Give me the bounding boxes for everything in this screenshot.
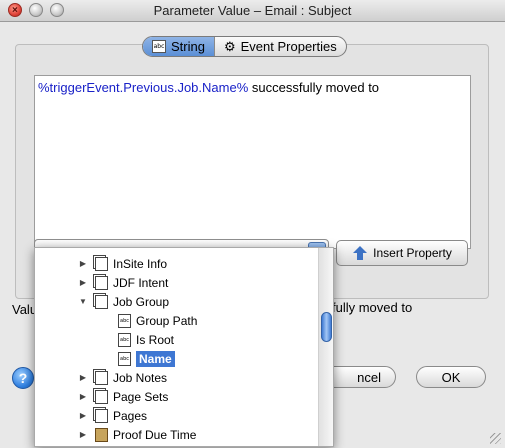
- tree-item-proof-due-time[interactable]: ▶ Proof Due Time: [78, 425, 196, 444]
- tree-item-jdf-intent[interactable]: ▶ JDF Intent: [78, 273, 168, 292]
- tree-item-group-path[interactable]: abc Group Path: [111, 311, 197, 330]
- arrow-up-icon: [352, 245, 368, 261]
- property-tree-dropdown: ▶ InSite Info ▶ JDF Intent ▼ Job Group a…: [34, 247, 334, 447]
- disclosure-right-icon[interactable]: ▶: [78, 278, 88, 287]
- cancel-label: ncel: [357, 369, 381, 385]
- stack-document-icon: [93, 254, 108, 271]
- stack-document-icon: [93, 292, 108, 309]
- stack-document-icon: [93, 368, 108, 385]
- tree-item-is-root[interactable]: abc Is Root: [111, 330, 174, 349]
- tree-item-name[interactable]: abc Name: [111, 349, 175, 368]
- tree-item-label: Page Sets: [113, 389, 169, 404]
- tree-item-label: Pages: [113, 408, 148, 423]
- string-editor[interactable]: %triggerEvent.Previous.Job.Name% success…: [34, 75, 471, 249]
- property-token: %triggerEvent.Previous.Job.Name%: [38, 80, 249, 95]
- title-bar: × Parameter Value – Email : Subject: [0, 0, 505, 22]
- insert-property-button[interactable]: Insert Property: [336, 240, 468, 266]
- tree-scrollbar[interactable]: [318, 248, 333, 446]
- abc-field-icon: abc: [118, 313, 131, 328]
- disclosure-right-icon[interactable]: ▶: [78, 373, 88, 382]
- disclosure-right-icon[interactable]: ▶: [78, 411, 88, 420]
- tree-item-label: Proof Due Time: [113, 427, 197, 442]
- tree-item-pages[interactable]: ▶ Pages: [78, 406, 147, 425]
- stack-document-icon: [93, 406, 108, 423]
- value-preview: fully moved to: [332, 300, 413, 315]
- disclosure-down-icon[interactable]: ▼: [78, 297, 88, 306]
- stack-document-icon: [93, 387, 108, 404]
- editor-text: successfully moved to: [248, 80, 380, 95]
- resize-grip[interactable]: [490, 433, 501, 444]
- disclosure-right-icon[interactable]: ▶: [78, 259, 88, 268]
- calendar-icon: [95, 427, 108, 442]
- abc-field-icon: abc: [118, 351, 131, 366]
- scrollbar-thumb[interactable]: [321, 312, 332, 342]
- help-button[interactable]: ?: [12, 367, 34, 389]
- tab-event-properties[interactable]: ⚙ Event Properties: [213, 37, 346, 56]
- window-title: Parameter Value – Email : Subject: [153, 3, 352, 18]
- abc-field-icon: abc: [118, 332, 131, 347]
- tab-bar: abc String ⚙ Event Properties: [142, 36, 347, 57]
- ok-label: OK: [441, 369, 461, 385]
- disclosure-right-icon[interactable]: ▶: [78, 392, 88, 401]
- tab-string[interactable]: abc String: [143, 37, 214, 56]
- tab-string-label: String: [171, 39, 205, 54]
- tab-event-properties-label: Event Properties: [240, 39, 337, 54]
- tree-item-label: JDF Intent: [113, 275, 169, 290]
- tree-item-label: Job Notes: [113, 370, 168, 385]
- ok-button[interactable]: OK: [416, 366, 486, 388]
- insert-property-label: Insert Property: [373, 246, 452, 260]
- tree-item-label: InSite Info: [113, 256, 168, 271]
- abc-string-icon: abc: [152, 40, 166, 53]
- gear-icon: ⚙: [223, 39, 236, 54]
- stack-document-icon: [93, 273, 108, 290]
- tree-item-label-selected: Name: [136, 350, 175, 367]
- tree-item-label: Job Group: [113, 294, 170, 309]
- tree-item-label: Group Path: [136, 313, 198, 328]
- tree-item-insite-info[interactable]: ▶ InSite Info: [78, 254, 167, 273]
- tree-item-page-sets[interactable]: ▶ Page Sets: [78, 387, 168, 406]
- tree-item-job-group[interactable]: ▼ Job Group: [78, 292, 169, 311]
- tree-item-label: Is Root: [136, 332, 175, 347]
- disclosure-right-icon[interactable]: ▶: [78, 430, 88, 439]
- tree-item-job-notes[interactable]: ▶ Job Notes: [78, 368, 167, 387]
